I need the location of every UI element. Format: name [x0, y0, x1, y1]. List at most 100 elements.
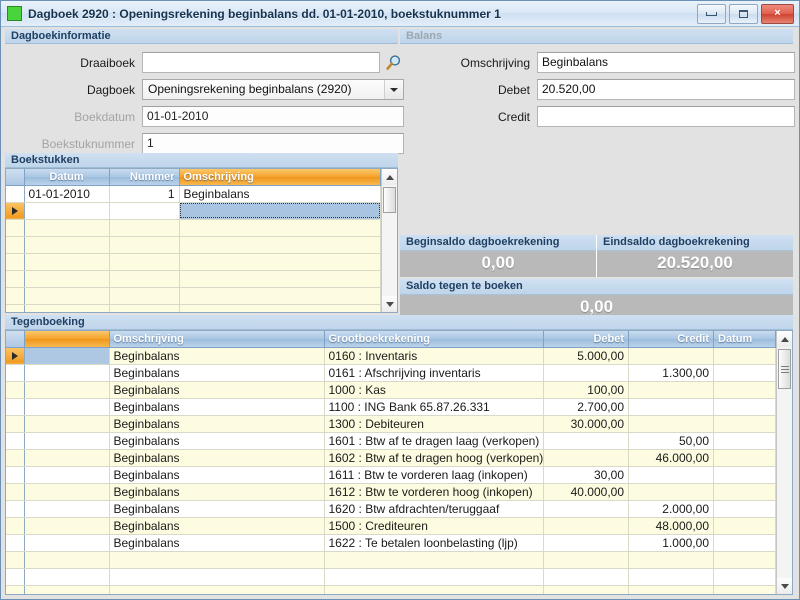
- cell-datum[interactable]: [713, 449, 776, 467]
- row-selector[interactable]: [6, 517, 25, 535]
- table-row[interactable]: Beginbalans 0161 : Afschrijving inventari…: [6, 364, 776, 382]
- cell-omschrijving[interactable]: Beginbalans: [179, 185, 381, 203]
- table-row[interactable]: Beginbalans 1602 : Btw af te dragen hoog …: [6, 449, 776, 467]
- cell-blank[interactable]: [24, 466, 110, 484]
- cell-datum[interactable]: [713, 381, 776, 399]
- cell-empty[interactable]: [109, 236, 180, 254]
- cell-empty[interactable]: [109, 287, 180, 305]
- cell-empty[interactable]: [109, 270, 180, 288]
- cell-datum[interactable]: [24, 202, 110, 220]
- cell-credit[interactable]: [628, 415, 714, 433]
- cell-empty[interactable]: [24, 585, 110, 594]
- maximize-button[interactable]: [729, 3, 758, 24]
- cell-grootboekrekening[interactable]: 1602 : Btw af te dragen hoog (verkopen): [324, 449, 544, 467]
- table-row-empty[interactable]: [6, 568, 776, 586]
- cell-datum[interactable]: [713, 466, 776, 484]
- cell-blank[interactable]: [24, 449, 110, 467]
- cell-blank[interactable]: [24, 398, 110, 416]
- cell-grootboekrekening[interactable]: 1100 : ING Bank 65.87.26.331: [324, 398, 544, 416]
- cell-datum[interactable]: [713, 398, 776, 416]
- table-row[interactable]: 01-01-2010 1 Beginbalans: [6, 185, 381, 203]
- cell-empty[interactable]: [543, 551, 629, 569]
- table-row-empty[interactable]: [6, 287, 381, 305]
- close-button[interactable]: ×: [761, 3, 794, 24]
- cell-grootboekrekening[interactable]: 1000 : Kas: [324, 381, 544, 399]
- scroll-track[interactable]: [382, 185, 397, 296]
- table-row[interactable]: Beginbalans 0160 : Inventaris 5.000,00: [6, 347, 776, 365]
- row-selector[interactable]: [6, 551, 25, 569]
- table-row-empty[interactable]: [6, 551, 776, 569]
- cell-blank[interactable]: [24, 500, 110, 518]
- boekstukken-col-nummer[interactable]: Nummer: [109, 169, 180, 186]
- row-selector[interactable]: [6, 534, 25, 552]
- cell-debet[interactable]: [543, 449, 629, 467]
- cell-empty[interactable]: [109, 253, 180, 271]
- cell-omschrijving[interactable]: Beginbalans: [109, 364, 325, 382]
- cell-empty[interactable]: [324, 568, 544, 586]
- cell-datum[interactable]: [713, 432, 776, 450]
- cell-blank[interactable]: [24, 517, 110, 535]
- cell-omschrijving[interactable]: Beginbalans: [109, 449, 325, 467]
- row-selector[interactable]: [6, 415, 25, 433]
- row-selector[interactable]: [6, 287, 25, 305]
- cell-datum[interactable]: 01-01-2010: [24, 185, 110, 203]
- table-row[interactable]: Beginbalans 1000 : Kas 100,00: [6, 381, 776, 399]
- row-selector[interactable]: [6, 585, 25, 594]
- cell-omschrijving[interactable]: Beginbalans: [109, 398, 325, 416]
- dagboek-combo[interactable]: Openingsrekening beginbalans (2920): [142, 79, 404, 100]
- cell-empty[interactable]: [713, 585, 776, 594]
- scroll-down-icon[interactable]: [382, 296, 397, 312]
- minimize-button[interactable]: [697, 3, 726, 24]
- row-selector[interactable]: [6, 432, 25, 450]
- cell-empty[interactable]: [24, 551, 110, 569]
- cell-empty[interactable]: [179, 236, 381, 254]
- cell-debet[interactable]: [543, 432, 629, 450]
- cell-datum[interactable]: [713, 364, 776, 382]
- cell-empty[interactable]: [179, 270, 381, 288]
- tegenboeking-col-datum[interactable]: Datum: [713, 331, 776, 348]
- cell-empty[interactable]: [179, 219, 381, 237]
- cell-credit[interactable]: 2.000,00: [628, 500, 714, 518]
- cell-empty[interactable]: [109, 585, 325, 594]
- cell-nummer[interactable]: [109, 202, 180, 220]
- cell-blank[interactable]: [24, 483, 110, 501]
- cell-credit[interactable]: [628, 466, 714, 484]
- cell-grootboekrekening[interactable]: 1611 : Btw te vorderen laag (inkopen): [324, 466, 544, 484]
- cell-credit[interactable]: [628, 381, 714, 399]
- row-selector[interactable]: [6, 236, 25, 254]
- cell-blank[interactable]: [24, 415, 110, 433]
- row-selector[interactable]: [6, 466, 25, 484]
- table-row-empty[interactable]: [6, 253, 381, 271]
- table-row[interactable]: Beginbalans 1620 : Btw afdrachten/terugga…: [6, 500, 776, 518]
- scroll-track[interactable]: [777, 347, 792, 578]
- cell-credit[interactable]: 1.300,00: [628, 364, 714, 382]
- cell-empty[interactable]: [713, 568, 776, 586]
- row-selector-current[interactable]: [6, 347, 25, 365]
- cell-empty[interactable]: [24, 287, 110, 305]
- row-selector[interactable]: [6, 270, 25, 288]
- cell-datum[interactable]: [713, 500, 776, 518]
- row-selector[interactable]: [6, 364, 25, 382]
- cell-omschrijving[interactable]: Beginbalans: [109, 381, 325, 399]
- boekdatum-input[interactable]: 01-01-2010: [142, 106, 404, 127]
- row-selector-current[interactable]: [6, 202, 25, 220]
- table-row[interactable]: [6, 202, 381, 220]
- cell-empty[interactable]: [24, 568, 110, 586]
- tegenboeking-col-debet[interactable]: Debet: [543, 331, 629, 348]
- row-selector[interactable]: [6, 568, 25, 586]
- row-selector[interactable]: [6, 381, 25, 399]
- cell-grootboekrekening[interactable]: 1612 : Btw te vorderen hoog (inkopen): [324, 483, 544, 501]
- row-selector[interactable]: [6, 449, 25, 467]
- row-selector[interactable]: [6, 253, 25, 271]
- cell-debet[interactable]: 30.000,00: [543, 415, 629, 433]
- cell-blank[interactable]: [24, 381, 110, 399]
- cell-debet[interactable]: 40.000,00: [543, 483, 629, 501]
- cell-omschrijving[interactable]: Beginbalans: [109, 432, 325, 450]
- cell-omschrijving[interactable]: Beginbalans: [109, 517, 325, 535]
- cell-grootboekrekening[interactable]: 0161 : Afschrijving inventaris: [324, 364, 544, 382]
- cell-empty[interactable]: [109, 568, 325, 586]
- boekstukken-grid[interactable]: Datum Nummer Omschrijving 01-01-2010 1 B…: [5, 168, 398, 313]
- cell-empty[interactable]: [179, 253, 381, 271]
- cell-debet[interactable]: [543, 500, 629, 518]
- cell-empty[interactable]: [24, 236, 110, 254]
